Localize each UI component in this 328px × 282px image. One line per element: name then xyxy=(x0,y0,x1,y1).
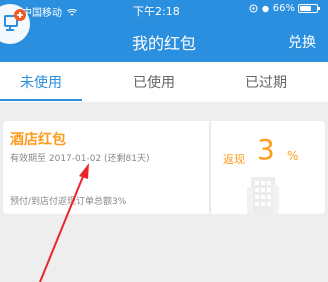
coupon-name: 酒店红包 xyxy=(10,132,66,148)
wifi-icon xyxy=(67,8,78,16)
alarm-icon xyxy=(262,5,269,13)
status-time: 下午2:18 xyxy=(133,5,180,18)
tab-bar: 未使用 已使用 已过期 xyxy=(0,62,328,102)
coupon-rebate: 返现 3 % xyxy=(211,121,325,214)
battery-fill xyxy=(300,6,311,11)
tab-used[interactable]: 已使用 xyxy=(133,72,175,92)
status-right: 66% xyxy=(249,3,320,14)
coupon-info: 酒店红包 有效期至 2017-01-02 (还剩81天) 预付/到店付返现订单总… xyxy=(3,121,209,214)
active-tab-indicator xyxy=(0,99,82,101)
hotel-building-icon xyxy=(247,177,279,214)
tab-expired[interactable]: 已过期 xyxy=(245,72,287,92)
location-icon xyxy=(249,4,258,13)
coupon-expiry: 有效期至 2017-01-02 (还剩81天) xyxy=(10,154,150,164)
rebate-value: 3 xyxy=(257,133,275,166)
page-title: 我的红包 xyxy=(131,34,196,53)
rebate-label: 返现 xyxy=(223,153,245,166)
rebate-unit: % xyxy=(287,149,299,163)
exchange-button[interactable]: 兑换 xyxy=(288,32,316,52)
status-bar: 中国移动 下午2:18 66% xyxy=(0,0,328,20)
coupon-card[interactable]: 酒店红包 有效期至 2017-01-02 (还剩81天) 预付/到店付返现订单总… xyxy=(3,121,325,214)
coupon-description: 预付/到店付返现订单总额3% xyxy=(10,197,127,207)
battery-icon xyxy=(298,4,320,13)
tab-unused[interactable]: 未使用 xyxy=(20,72,62,92)
header: 中国移动 下午2:18 66% 我的红包 兑换 xyxy=(0,0,328,62)
battery-percent: 66% xyxy=(272,3,295,14)
